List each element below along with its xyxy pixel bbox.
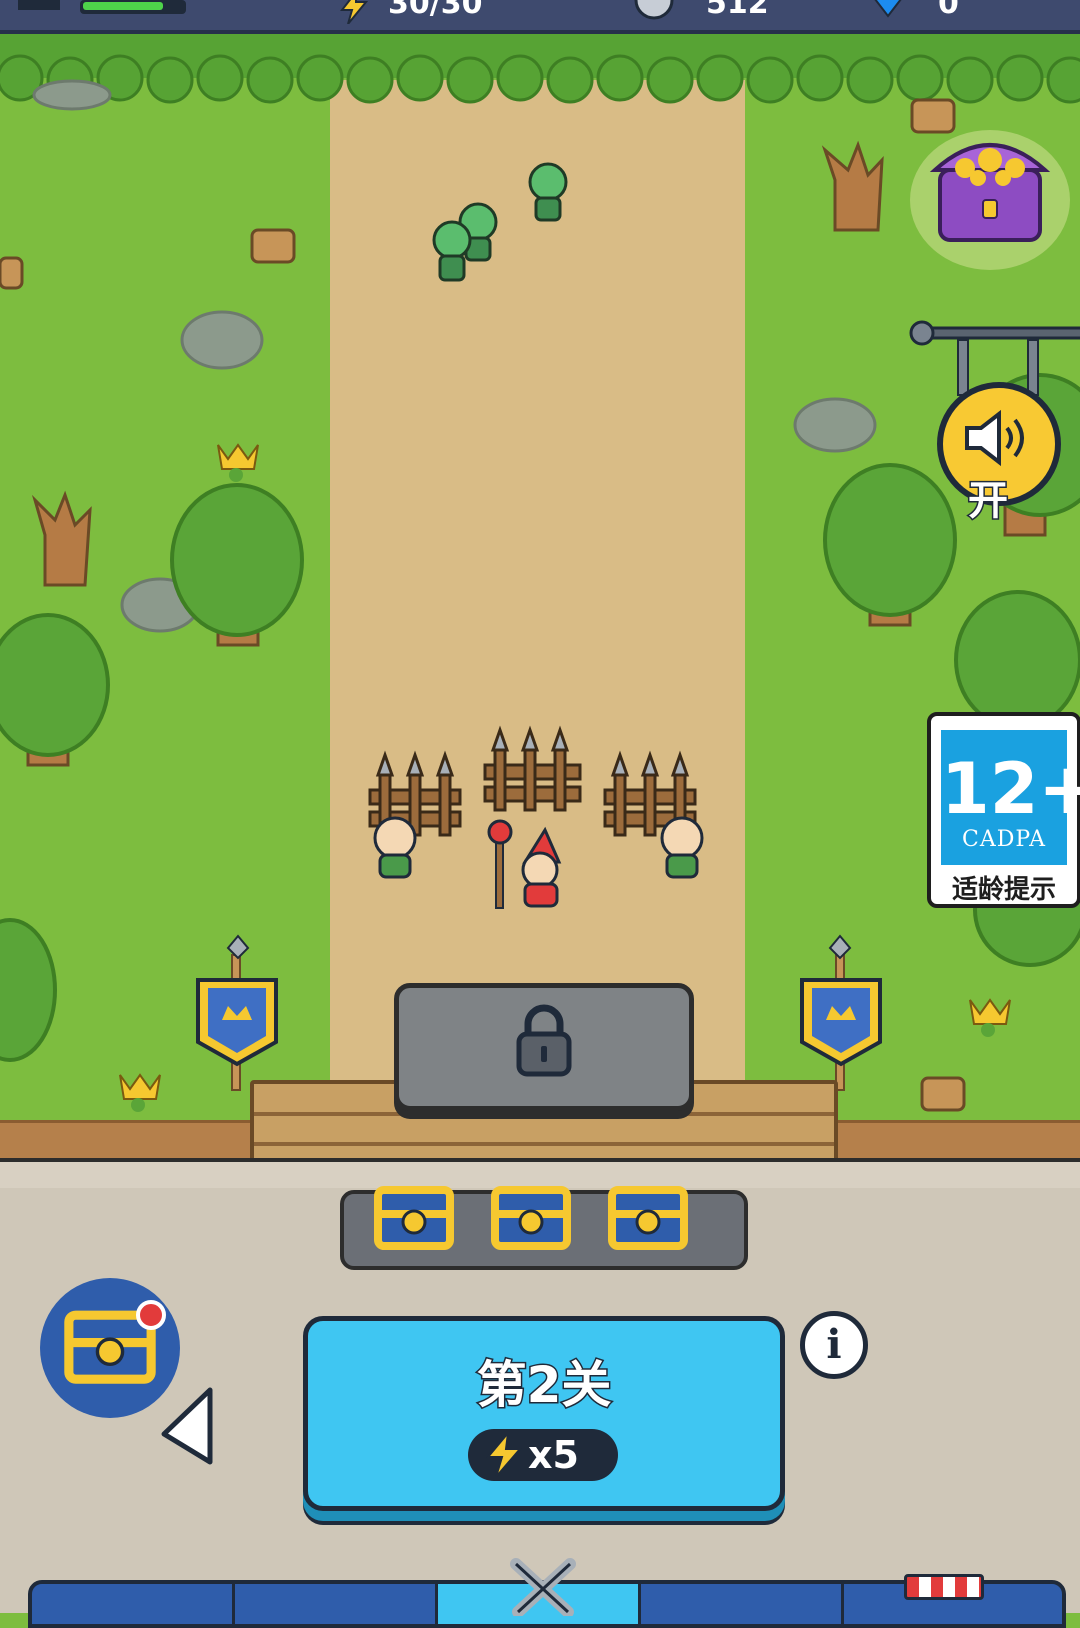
gem-icon (874, 0, 902, 18)
coin-value: 512 (706, 0, 769, 21)
trees (0, 373, 1080, 1062)
age-rating-hint: 适龄提示 (951, 875, 1056, 905)
age-rating-badge[interactable]: 12+ CADPA 适龄提示 (927, 712, 1080, 908)
chest-slot-tray (340, 1186, 748, 1270)
sound-state-label: 开 (967, 477, 1010, 526)
treasure-chest-reward (910, 130, 1070, 270)
age-rating-org: CADPA (961, 827, 1047, 852)
player-avatar-icon[interactable] (18, 0, 60, 10)
banner-right (800, 934, 882, 1091)
energy-cost-pill: x5 (468, 1429, 618, 1481)
age-rating-panel: 12+ CADPA (941, 730, 1080, 865)
notification-dot-icon (136, 1300, 166, 1330)
nav-tab-shop[interactable] (844, 1574, 1058, 1624)
shop-icon (904, 1574, 984, 1600)
nav-tab-upgrade[interactable] (32, 1584, 235, 1624)
archer-right (660, 816, 704, 879)
top-hedge (0, 30, 1080, 104)
locked-slot-panel[interactable] (394, 983, 694, 1111)
coin-icon (634, 0, 674, 20)
zombie-enemies (432, 162, 568, 282)
lock-icon (516, 1004, 572, 1077)
nav-tab-hero[interactable] (641, 1584, 844, 1624)
gem-value: 0 (938, 0, 959, 21)
lightning-icon (486, 1433, 522, 1477)
start-level-button[interactable]: 第2关 x5 (303, 1316, 785, 1511)
nav-tab-2[interactable] (235, 1584, 438, 1624)
wizard-center (487, 819, 562, 909)
age-rating-number: 12+ (941, 748, 1080, 830)
banner-left (196, 934, 278, 1091)
energy-icon (340, 0, 368, 24)
chest-slot-2-icon[interactable] (489, 1182, 573, 1252)
chest-slot-3-icon[interactable] (606, 1182, 690, 1252)
chest-slot-1-icon[interactable] (372, 1182, 456, 1252)
speaker-icon (965, 409, 1024, 467)
energy-cost-value: x5 (528, 1433, 579, 1477)
bottom-navigation (28, 1558, 1066, 1628)
dead-trees (31, 140, 884, 587)
crossed-swords-icon (510, 1558, 576, 1616)
xp-progress-bar (80, 0, 186, 14)
nav-tab-battle[interactable] (438, 1558, 641, 1624)
energy-value: 30/30 (388, 0, 483, 21)
top-resource-bar: 30/30 512 0 (0, 0, 1080, 34)
barricades (368, 725, 697, 837)
arrow-left-icon[interactable] (158, 1386, 216, 1470)
level-title: 第2关 (475, 1355, 613, 1416)
info-button[interactable]: i (800, 1311, 868, 1379)
archer-left (373, 816, 417, 879)
rocks (32, 79, 877, 633)
